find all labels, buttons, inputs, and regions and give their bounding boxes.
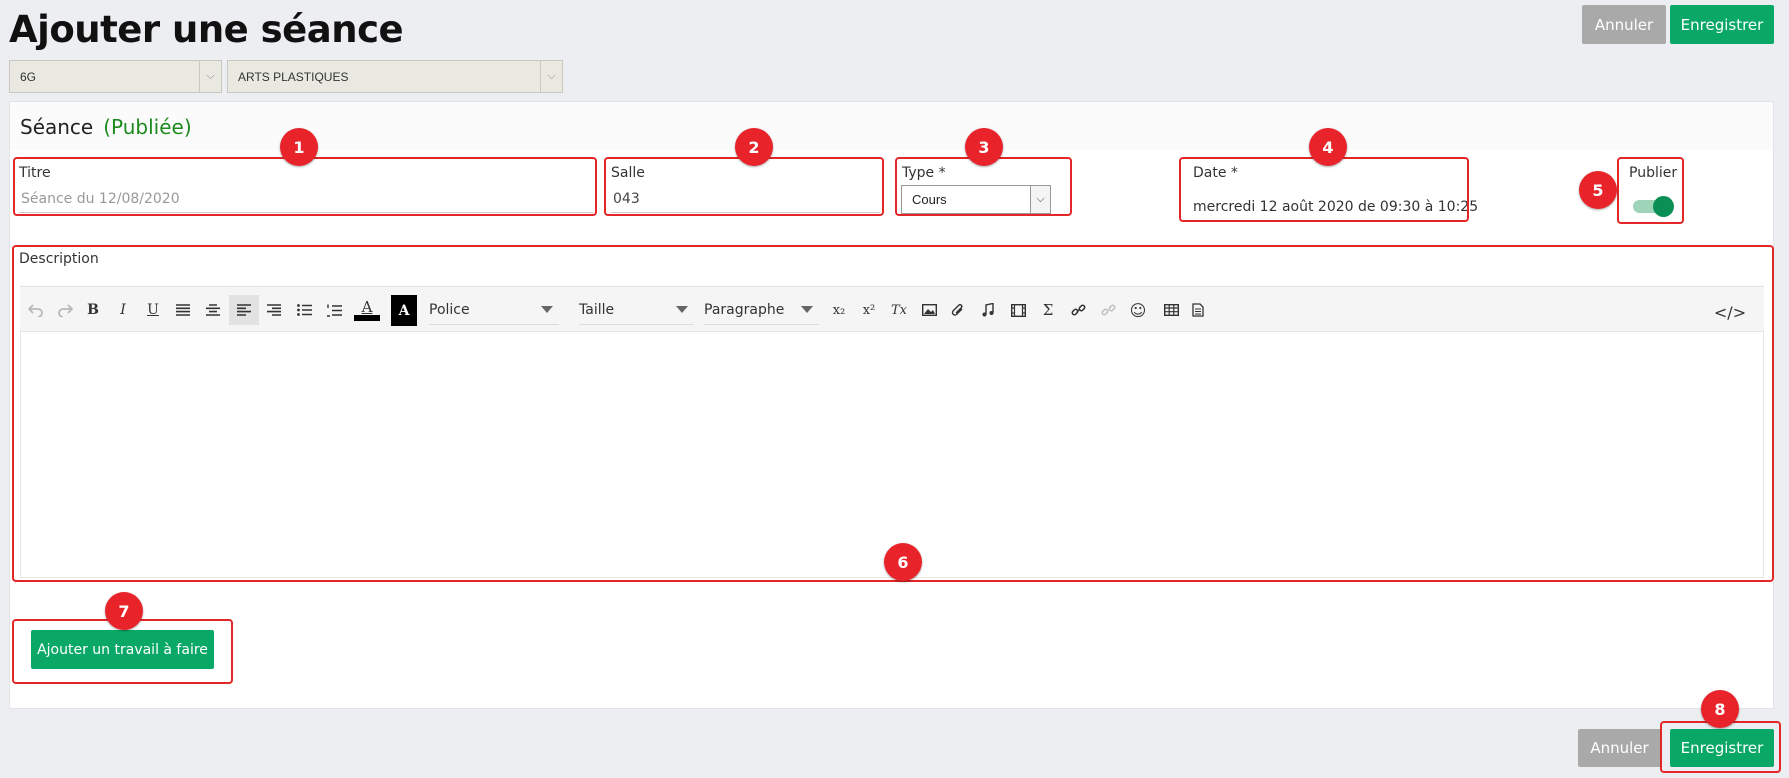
annotation-box-4 bbox=[1179, 157, 1469, 222]
annotation-box-5 bbox=[1617, 157, 1684, 224]
class-select[interactable]: 6G ⌵ bbox=[9, 60, 222, 93]
header-cancel-button[interactable]: Annuler bbox=[1582, 5, 1666, 44]
class-select-value: 6G bbox=[20, 69, 37, 84]
footer-cancel-button[interactable]: Annuler bbox=[1578, 729, 1661, 767]
page-title: Ajouter une séance bbox=[9, 8, 404, 51]
status-badge: (Publiée) bbox=[103, 115, 192, 139]
annotation-box-1 bbox=[13, 157, 597, 216]
annotation-badge-7: 7 bbox=[105, 592, 143, 630]
annotation-badge-6: 6 bbox=[884, 543, 922, 581]
header-save-button[interactable]: Enregistrer bbox=[1670, 5, 1774, 44]
annotation-badge-5: 5 bbox=[1579, 171, 1617, 209]
annotation-box-6 bbox=[12, 245, 1774, 582]
annotation-badge-3: 3 bbox=[965, 128, 1003, 166]
annotation-badge-1: 1 bbox=[280, 128, 318, 166]
annotation-badge-2: 2 bbox=[735, 128, 773, 166]
subject-select-value: ARTS PLASTIQUES bbox=[238, 69, 349, 84]
annotation-badge-4: 4 bbox=[1309, 128, 1347, 166]
annotation-badge-8: 8 bbox=[1701, 690, 1739, 728]
chevron-down-icon: ⌵ bbox=[540, 61, 562, 92]
annotation-box-2 bbox=[604, 157, 884, 216]
annotation-box-8 bbox=[1660, 721, 1781, 773]
subject-select[interactable]: ARTS PLASTIQUES ⌵ bbox=[227, 60, 563, 93]
section-title: Séance (Publiée) bbox=[20, 115, 192, 139]
panel-header: Séance (Publiée) bbox=[10, 102, 1773, 150]
chevron-down-icon: ⌵ bbox=[199, 61, 221, 92]
section-title-text: Séance bbox=[20, 115, 94, 139]
